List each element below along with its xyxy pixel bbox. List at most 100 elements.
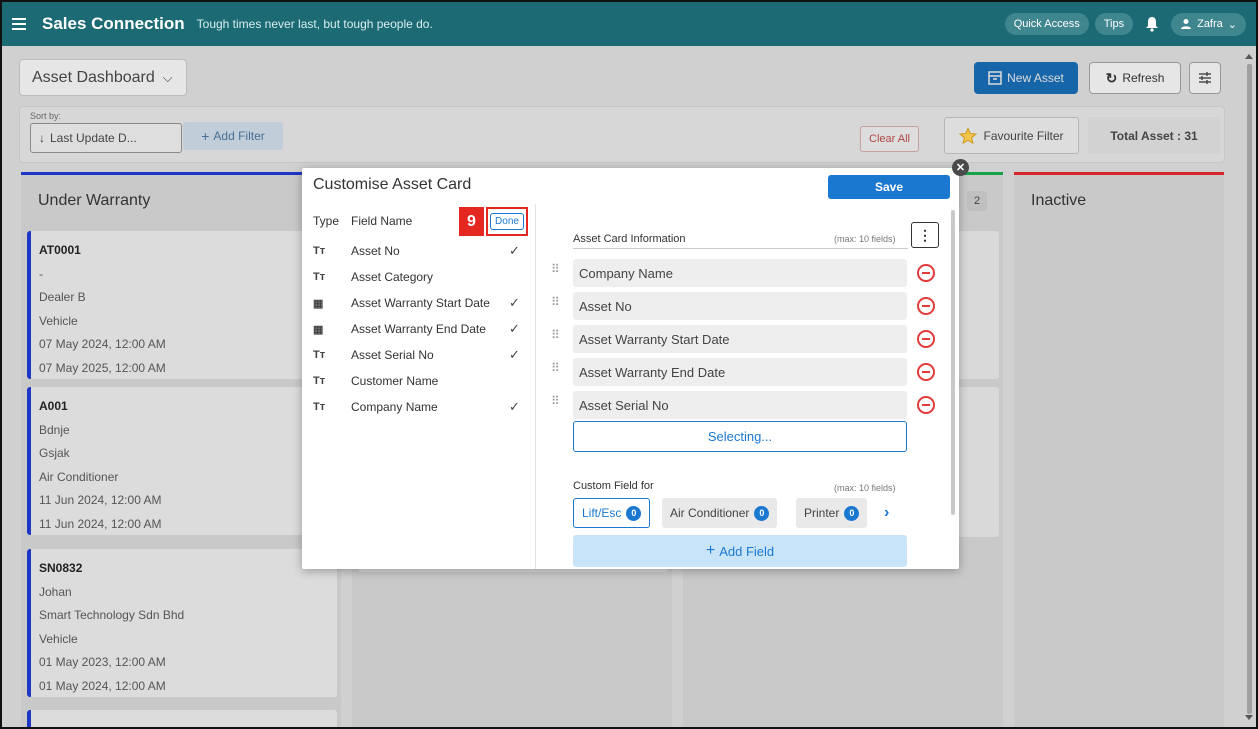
custom-field-max: (max: 10 fields) bbox=[834, 483, 896, 493]
menu-icon[interactable] bbox=[2, 18, 36, 30]
text-type-icon: Tт bbox=[313, 245, 326, 257]
asset-card[interactable]: AT0001 - Dealer B Vehicle 07 May 2024, 1… bbox=[27, 231, 337, 379]
card-field[interactable]: Asset No bbox=[573, 292, 907, 320]
tab-air-conditioner[interactable]: Air Conditioner 0 bbox=[662, 498, 778, 528]
card-line: Gsjak bbox=[39, 446, 70, 460]
check-icon: ✓ bbox=[509, 295, 520, 310]
refresh-button[interactable]: ↻ Refresh bbox=[1089, 62, 1181, 94]
count-badge: 0 bbox=[844, 505, 860, 521]
field-row-asset-no[interactable]: Tт Asset No ✓ bbox=[313, 240, 523, 262]
filter-bar: Sort by: ↓ Last Update D... + Add Filter… bbox=[19, 106, 1225, 163]
total-asset-count: Total Asset : 31 bbox=[1088, 117, 1220, 154]
card-info-max: (max: 10 fields) bbox=[834, 234, 896, 244]
asset-card[interactable]: SN0832 Johan Smart Technology Sdn Bhd Ve… bbox=[27, 549, 337, 697]
bell-icon[interactable] bbox=[1139, 11, 1165, 37]
favourite-filter-button[interactable]: Favourite Filter bbox=[944, 117, 1079, 154]
field-row-asset-warranty-start-date[interactable]: ▦ Asset Warranty Start Date ✓ bbox=[313, 292, 523, 314]
drag-handle-icon[interactable]: ⠿ bbox=[551, 395, 563, 412]
field-row-asset-serial-no[interactable]: Tт Asset Serial No ✓ bbox=[313, 344, 523, 366]
remove-icon[interactable] bbox=[917, 330, 935, 348]
drag-handle-icon[interactable]: ⠿ bbox=[551, 362, 563, 379]
card-line: Air Conditioner bbox=[39, 469, 119, 484]
asset-icon bbox=[988, 71, 1002, 85]
field-name: Asset Category bbox=[351, 270, 434, 284]
field-row-customer-name[interactable]: Tт Customer Name bbox=[313, 370, 523, 392]
card-layout-panel: Asset Card Information (max: 10 fields) … bbox=[537, 204, 959, 569]
card-line: Johan bbox=[39, 584, 72, 599]
plus-icon: + bbox=[705, 542, 716, 559]
field-list-panel: Type Field Name 9 Done Tт Asset No ✓ Tт … bbox=[302, 204, 536, 569]
asset-card[interactable] bbox=[27, 710, 337, 727]
add-filter-button[interactable]: + Add Filter bbox=[183, 122, 283, 150]
user-menu[interactable]: Zafra ⌄ bbox=[1171, 12, 1246, 36]
remove-icon[interactable] bbox=[917, 264, 935, 282]
dashboard-name: Asset Dashboard bbox=[32, 68, 155, 86]
app-window: Sales Connection Tough times never last,… bbox=[0, 0, 1258, 729]
drag-handle-icon[interactable]: ⠿ bbox=[551, 296, 563, 313]
field-row-company-name[interactable]: Tт Company Name ✓ bbox=[313, 396, 523, 418]
sort-select[interactable]: ↓ Last Update D... bbox=[30, 123, 182, 153]
card-field[interactable]: Asset Warranty End Date bbox=[573, 358, 907, 386]
card-line: 07 May 2025, 12:00 AM bbox=[39, 360, 166, 375]
star-icon bbox=[959, 126, 978, 144]
column-inactive: Inactive bbox=[1014, 172, 1224, 727]
calendar-icon: ▦ bbox=[313, 297, 324, 310]
selecting-placeholder[interactable]: Selecting... bbox=[573, 421, 907, 452]
card-line: - bbox=[39, 266, 43, 281]
plus-icon: + bbox=[201, 128, 210, 144]
app-title: Sales Connection bbox=[42, 14, 185, 33]
asset-card[interactable]: A001 Bdnje Gsjak Air Conditioner 11 Jun … bbox=[27, 387, 337, 535]
field-name: Asset Warranty Start Date bbox=[351, 296, 490, 310]
field-row-asset-category[interactable]: Tт Asset Category bbox=[313, 266, 523, 288]
card-line: 01 May 2024, 12:00 AM bbox=[39, 678, 166, 693]
refresh-label: Refresh bbox=[1122, 71, 1165, 85]
column-settings-button[interactable] bbox=[1189, 62, 1221, 94]
save-button[interactable]: Save bbox=[828, 175, 950, 199]
refresh-icon: ↻ bbox=[1105, 69, 1118, 86]
more-options-icon[interactable]: ⋮ bbox=[911, 222, 939, 248]
remove-icon[interactable] bbox=[917, 363, 935, 381]
tips-button[interactable]: Tips bbox=[1094, 13, 1134, 35]
remove-icon[interactable] bbox=[917, 297, 935, 315]
card-field[interactable]: Asset Warranty Start Date bbox=[573, 325, 907, 353]
done-button[interactable]: Done bbox=[486, 207, 528, 236]
panel-scrollbar[interactable] bbox=[951, 210, 955, 515]
type-column-header: Type bbox=[313, 214, 340, 228]
tab-lift-esc[interactable]: Lift/Esc 0 bbox=[573, 498, 651, 528]
dialog-title: Customise Asset Card bbox=[313, 176, 472, 193]
count-badge: 0 bbox=[626, 505, 642, 521]
check-icon: ✓ bbox=[509, 243, 520, 258]
card-field[interactable]: Company Name bbox=[573, 259, 907, 287]
quick-access-button[interactable]: Quick Access bbox=[1004, 13, 1089, 35]
page-scrollbar[interactable] bbox=[1244, 52, 1254, 722]
new-asset-label: New Asset bbox=[1007, 71, 1064, 85]
new-asset-button[interactable]: New Asset bbox=[974, 62, 1078, 94]
tab-printer[interactable]: Printer 0 bbox=[796, 498, 868, 528]
done-label: Done bbox=[490, 213, 524, 230]
text-type-icon: Tт bbox=[313, 349, 326, 361]
field-name-column-header: Field Name bbox=[351, 214, 413, 228]
dashboard-select[interactable]: Asset Dashboard ⌵ bbox=[19, 59, 187, 96]
field-name: Company Name bbox=[351, 400, 438, 414]
sliders-icon bbox=[1199, 72, 1211, 84]
chevron-right-icon[interactable]: › bbox=[884, 504, 889, 522]
column-title: Under Warranty bbox=[38, 192, 151, 209]
card-asset-code: A001 bbox=[39, 399, 68, 413]
field-name: Asset Serial No bbox=[351, 348, 434, 362]
arrow-down-icon: ↓ bbox=[39, 131, 45, 145]
remove-icon[interactable] bbox=[917, 396, 935, 414]
close-icon[interactable]: ✕ bbox=[952, 159, 969, 176]
drag-handle-icon[interactable]: ⠿ bbox=[551, 329, 563, 346]
field-row-asset-warranty-end-date[interactable]: ▦ Asset Warranty End Date ✓ bbox=[313, 318, 523, 340]
check-icon: ✓ bbox=[509, 321, 520, 336]
check-icon: ✓ bbox=[509, 399, 520, 414]
add-field-button[interactable]: + Add Field bbox=[573, 535, 907, 567]
card-field[interactable]: Asset Serial No bbox=[573, 391, 907, 419]
drag-handle-icon[interactable]: ⠿ bbox=[551, 263, 563, 280]
field-name: Customer Name bbox=[351, 374, 439, 388]
clear-all-button[interactable]: Clear All bbox=[860, 126, 919, 152]
text-type-icon: Tт bbox=[313, 375, 326, 387]
card-info-label: Asset Card Information bbox=[573, 233, 686, 245]
custom-field-label: Custom Field for bbox=[573, 480, 654, 492]
sort-label: Sort by: bbox=[30, 111, 62, 121]
